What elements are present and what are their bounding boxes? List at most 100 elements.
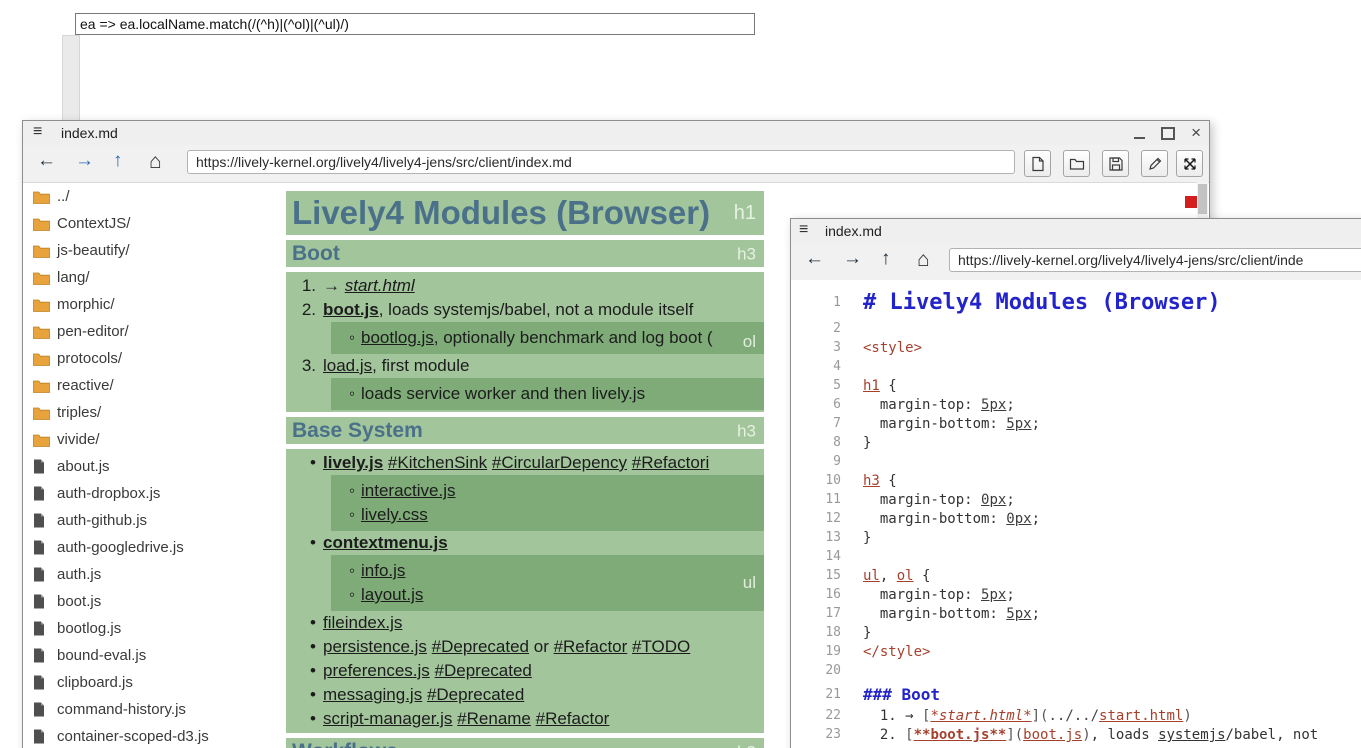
back-button[interactable]: ← <box>805 248 824 270</box>
sidebar-item-label: reactive/ <box>57 377 114 394</box>
save-button[interactable] <box>1102 150 1129 177</box>
forward-button[interactable]: → <box>75 150 94 172</box>
md-link[interactable]: contextmenu.js <box>323 533 448 552</box>
home-button[interactable]: ⌂ <box>149 150 162 174</box>
md-link[interactable]: preferences.js <box>323 661 430 680</box>
new-file-button[interactable] <box>1024 150 1051 177</box>
code-text[interactable] <box>857 454 1361 473</box>
md-link[interactable]: boot.js <box>323 300 379 319</box>
code-text[interactable]: } <box>857 625 1361 644</box>
md-link[interactable]: interactive.js <box>361 481 455 500</box>
code-token: 2. <box>863 727 905 743</box>
code-text[interactable] <box>857 549 1361 568</box>
code-text[interactable]: </style> <box>857 644 1361 663</box>
line-number: 18 <box>791 625 857 644</box>
hamburger-icon[interactable]: ≡ <box>33 123 42 141</box>
forward-button[interactable]: → <box>843 248 862 270</box>
md-link[interactable]: fileindex.js <box>323 613 402 632</box>
sidebar-item-file[interactable]: command-history.js <box>24 696 284 723</box>
code-text[interactable]: margin-bottom: 5px; <box>857 606 1361 625</box>
md-link[interactable]: script-manager.js <box>323 709 452 728</box>
sidebar-item-folder[interactable]: vivide/ <box>24 426 284 453</box>
sidebar-item-file[interactable]: auth.js <box>24 561 284 588</box>
sidebar-item-file[interactable]: bound-eval.js <box>24 642 284 669</box>
code-token: boot.js <box>1023 727 1082 743</box>
sidebar-item-file[interactable]: clipboard.js <box>24 669 284 696</box>
md-link[interactable]: layout.js <box>361 585 423 604</box>
sidebar-item-file[interactable]: about.js <box>24 453 284 480</box>
code-text[interactable]: 2. [**boot.js**](boot.js), loads systemj… <box>857 727 1361 746</box>
sidebar-item-folder[interactable]: ../ <box>24 183 284 210</box>
code-token: ul <box>863 568 880 584</box>
sidebar-item-folder[interactable]: lang/ <box>24 264 284 291</box>
sidebar-item-folder[interactable]: js-beautify/ <box>24 237 284 264</box>
md-link[interactable]: persistence.js <box>323 637 427 656</box>
minimize-button[interactable] <box>1134 137 1145 139</box>
sidebar-item-folder[interactable]: triples/ <box>24 399 284 426</box>
code-text[interactable]: margin-bottom: 0px; <box>857 511 1361 530</box>
up-button[interactable]: ↑ <box>113 150 123 172</box>
sidebar-item-file[interactable]: boot.js <box>24 588 284 615</box>
sidebar-item-file[interactable]: auth-dropbox.js <box>24 480 284 507</box>
url-input[interactable] <box>187 150 1015 174</box>
line-number: 9 <box>791 454 857 473</box>
code-text[interactable]: 1. → [*start.html*](../../start.html) <box>857 708 1361 727</box>
sidebar-item-folder[interactable]: pen-editor/ <box>24 318 284 345</box>
code-text[interactable] <box>857 321 1361 340</box>
md-link[interactable]: load.js <box>323 356 372 375</box>
md-link[interactable]: #Deprecated <box>432 637 529 656</box>
code-text[interactable]: ul, ol { <box>857 568 1361 587</box>
md-link[interactable]: messaging.js <box>323 685 422 704</box>
md-link[interactable]: #Refactor <box>554 637 628 656</box>
back-button[interactable]: ← <box>37 150 56 172</box>
filter-input[interactable] <box>75 13 755 35</box>
code-text[interactable]: } <box>857 530 1361 549</box>
code-text[interactable]: margin-top: 0px; <box>857 492 1361 511</box>
code-text[interactable]: margin-top: 5px; <box>857 587 1361 606</box>
sidebar-item-file[interactable]: bootlog.js <box>24 615 284 642</box>
md-link[interactable]: #Rename <box>457 709 531 728</box>
code-text[interactable]: h1 { <box>857 378 1361 397</box>
md-link[interactable]: #Refactor <box>536 709 610 728</box>
hamburger-icon[interactable]: ≡ <box>799 221 808 239</box>
sidebar-item-file[interactable]: auth-github.js <box>24 507 284 534</box>
code-text[interactable]: margin-bottom: 5px; <box>857 416 1361 435</box>
md-link[interactable]: start.html <box>345 276 415 295</box>
md-link[interactable]: #KitchenSink <box>388 453 487 472</box>
md-link[interactable]: #CircularDepency <box>492 453 627 472</box>
home-button[interactable]: ⌂ <box>917 248 930 272</box>
md-link[interactable]: #Refactori <box>632 453 709 472</box>
code-text[interactable]: <style> <box>857 340 1361 359</box>
close-button[interactable]: × <box>1191 122 1201 144</box>
code-text[interactable]: # Lively4 Modules (Browser) <box>857 284 1361 321</box>
sidebar-item-file[interactable]: container-scoped-d3.js <box>24 723 284 748</box>
sidebar-item-file[interactable]: auth-googledrive.js <box>24 534 284 561</box>
code-text[interactable] <box>857 359 1361 378</box>
edit-button[interactable] <box>1141 150 1168 177</box>
url-input[interactable] <box>949 248 1361 272</box>
sidebar-item-folder[interactable]: ContextJS/ <box>24 210 284 237</box>
code-text[interactable]: } <box>857 435 1361 454</box>
expand-button[interactable] <box>1176 150 1203 177</box>
code-text[interactable]: ### Boot <box>857 682 1361 708</box>
element-tag-label: ul <box>743 573 756 593</box>
md-link[interactable]: #TODO <box>632 637 690 656</box>
md-link[interactable]: info.js <box>361 561 405 580</box>
scroll-thumb[interactable] <box>1198 184 1207 214</box>
sidebar-item-folder[interactable]: protocols/ <box>24 345 284 372</box>
md-link[interactable]: lively.js <box>323 453 383 472</box>
code-text[interactable]: margin-top: 5px; <box>857 397 1361 416</box>
code-text[interactable] <box>857 663 1361 682</box>
open-folder-button[interactable] <box>1063 150 1090 177</box>
md-link[interactable]: #Deprecated <box>427 685 524 704</box>
editor-line: 21### Boot <box>791 682 1361 708</box>
code-text[interactable]: h3 { <box>857 473 1361 492</box>
md-link[interactable]: #Deprecated <box>435 661 532 680</box>
md-link[interactable]: bootlog.js <box>361 328 434 347</box>
up-button[interactable]: ↑ <box>881 248 891 270</box>
sidebar-item-folder[interactable]: reactive/ <box>24 372 284 399</box>
sidebar-item-folder[interactable]: morphic/ <box>24 291 284 318</box>
md-link[interactable]: lively.css <box>361 505 428 524</box>
maximize-button[interactable] <box>1161 127 1175 140</box>
code-editor[interactable]: 1# Lively4 Modules (Browser)23<style>45h… <box>791 280 1361 748</box>
